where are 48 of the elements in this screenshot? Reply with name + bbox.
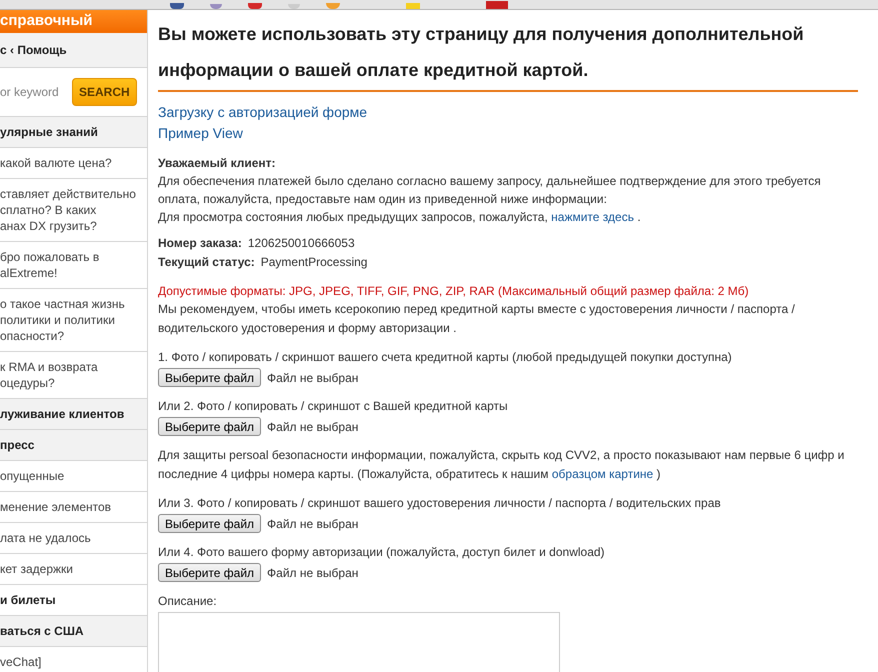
link[interactable]: образцом картине — [552, 467, 654, 481]
sidebar-link[interactable]: бро пожаловать в alExtreme! — [0, 242, 147, 288]
sidebar-link[interactable]: лата не удалось — [0, 522, 147, 554]
link[interactable]: Пример View — [158, 123, 243, 144]
choose-file-button[interactable]: Выберите файл — [158, 417, 262, 436]
toolbar-icon[interactable] — [170, 3, 184, 9]
sidebar-link[interactable]: к RMA и возврата оцедуры? — [0, 352, 147, 398]
toolbar-icon[interactable] — [248, 3, 262, 9]
sidebar-heading: ваться с США — [0, 616, 147, 646]
paragraph: Для защиты persoal безопасности информации, пожалуйста, скрыть код CVV2, а просто показывают нам первые 6 цифр и последние 4 цифры номера карты. (Пожалуйста, обратитесь к нашим образцом картине ) — [158, 447, 846, 483]
page-title: Вы можете использовать эту страницу для получения дополнительной информации о вашей оплате кредитной картой. — [158, 10, 858, 92]
upload-label: 1. Фото / копировать / скриншот вашего счета кредитной карты (любой предыдущей покупки доступна) — [158, 349, 733, 366]
sidebar-heading: улярные знаний — [0, 116, 147, 148]
sidebar-link[interactable]: кет задержки — [0, 554, 147, 584]
upload-label: Или 4. Фото вашего форму авторизации (пожалуйста, доступ билет и donwload) — [158, 544, 606, 561]
upload-label: Или 2. Фото / копировать / скриншот с Вашей кредитной карты — [158, 398, 509, 415]
paragraph: Для обеспечения платежей было сделано согласно вашему запросу, дальнейшее подтверждение для этого требуется оплата, пожалуйста, предоставьте нам один из приведенной ниже информации: — [158, 173, 822, 208]
field-value: PaymentProcessing — [260, 254, 368, 271]
sidebar-link[interactable]: о такое частная жизнь политики и политики опасности? — [0, 288, 147, 352]
sidebar-link[interactable]: ставляет действительно сплатно? В каких анах DX грузить? — [0, 178, 147, 242]
sidebar-link[interactable]: менение элементов — [0, 492, 147, 522]
choose-file-button[interactable]: Выберите файл — [158, 514, 262, 533]
field-label: Текущий статус: — [158, 254, 255, 271]
field-label: Описание: — [158, 593, 218, 610]
sidebar-title: справочный — [0, 10, 147, 32]
sidebar-link[interactable]: опущенные — [0, 460, 147, 492]
link[interactable]: Загрузку с авторизацией форме — [158, 102, 368, 123]
sidebar-heading: и билеты — [0, 584, 147, 616]
greeting: Уважаемый клиент: — [158, 155, 277, 172]
file-status: Файл не выбран — [267, 516, 358, 532]
paragraph: Для просмотра состояния любых предыдущих запросов, пожалуйста, нажмите здесь . — [158, 209, 642, 226]
field-label: Номер заказа: — [158, 235, 242, 252]
formats-notice: Допустимые форматы: JPG, JPEG, TIFF, GIF, PNG, ZIP, RAR (Максимальный общий размер файла: 2 Мб) — [158, 283, 750, 300]
link[interactable]: нажмите здесь — [551, 210, 634, 224]
search-button[interactable]: SEARCH — [72, 78, 137, 106]
choose-file-button[interactable]: Выберите файл — [158, 368, 262, 387]
file-status: Файл не выбран — [267, 564, 358, 582]
sidebar-heading: пресс — [0, 430, 147, 460]
toolbar-icon[interactable] — [210, 4, 222, 9]
sidebar-link[interactable]: какой валюте цена? — [0, 148, 147, 178]
field-value: 1206250010666053 — [248, 235, 355, 252]
file-status: Файл не выбран — [267, 370, 358, 386]
choose-file-button[interactable]: Выберите файл — [158, 563, 262, 582]
upload-label: Или 3. Фото / копировать / скриншот вашего удостоверения личности / паспорта / водительских прав — [158, 495, 722, 512]
breadcrumb[interactable]: с ‹ Помощь — [0, 32, 147, 68]
paragraph: Мы рекомендуем, чтобы иметь ксерокопию перед кредитной карты вместе с удостоверения личности / паспорта / водительского удостоверения и форму авторизации . — [158, 301, 796, 337]
file-status: Файл не выбран — [267, 418, 358, 436]
sidebar-heading: луживание клиентов — [0, 398, 147, 430]
